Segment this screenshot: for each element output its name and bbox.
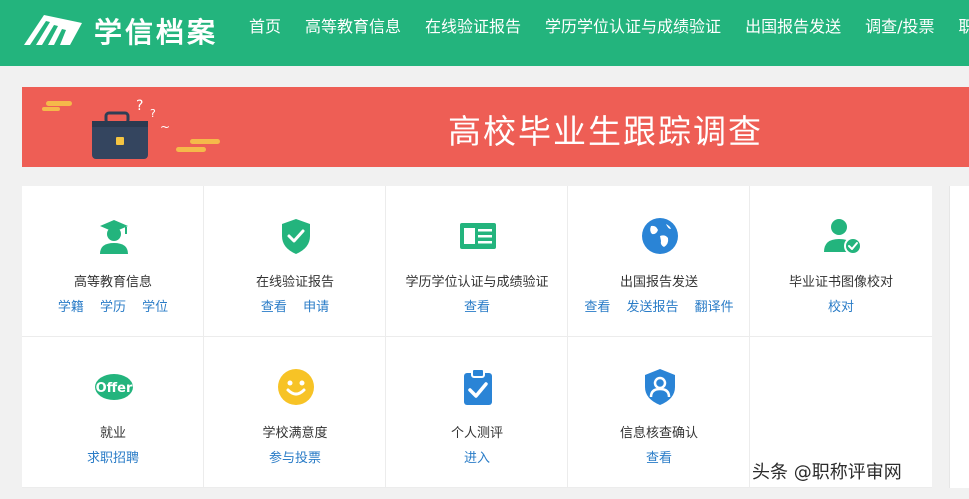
- service-overseas-report: 出国报告发送 查看 发送报告 翻译件: [568, 186, 750, 337]
- user-shield-icon[interactable]: [640, 367, 680, 407]
- service-links: 查看 申请: [204, 296, 386, 315]
- service-info-verification: 信息核查确认 查看: [568, 337, 750, 488]
- nav-degree-certification[interactable]: 学历学位认证与成绩验证: [545, 16, 721, 38]
- service-title: 就业: [99, 426, 126, 441]
- survey-banner[interactable]: ? ? ~ 高校毕业生跟踪调查: [22, 87, 969, 167]
- watermark-text: 头条 @职称评审网: [752, 462, 902, 483]
- link-apply[interactable]: 申请: [303, 300, 329, 315]
- brand-title[interactable]: 学信档案: [94, 11, 218, 51]
- main-nav: 首页 高等教育信息 在线验证报告 学历学位认证与成绩验证 出国报告发送 调查/投…: [249, 16, 969, 38]
- link-send-report[interactable]: 发送报告: [626, 300, 678, 315]
- service-links: 求职招聘: [22, 447, 204, 466]
- service-title: 学历学位认证与成绩验证: [405, 275, 549, 290]
- services-grid: 高等教育信息 学籍 学历 学位 在线验证报告 查看 申请 学历学位认证与成绩验证…: [22, 186, 932, 488]
- nav-overseas-report[interactable]: 出国报告发送: [745, 16, 841, 38]
- side-panel-edge: [949, 186, 969, 488]
- service-school-satisfaction: 学校满意度 参与投票: [204, 337, 386, 488]
- link-enter[interactable]: 进入: [464, 451, 490, 466]
- nav-higher-education-info[interactable]: 高等教育信息: [305, 16, 401, 38]
- logo-icon[interactable]: [22, 9, 82, 49]
- shield-check-icon[interactable]: [276, 216, 316, 256]
- svg-text:?: ?: [150, 107, 156, 120]
- svg-text:Offer: Offer: [96, 381, 133, 396]
- clipboard-check-icon[interactable]: [458, 367, 498, 407]
- link-vote[interactable]: 参与投票: [269, 451, 321, 466]
- nav-home[interactable]: 首页: [249, 16, 281, 38]
- link-view[interactable]: 查看: [464, 300, 490, 315]
- service-links: 查看: [386, 296, 568, 315]
- service-personal-assessment: 个人测评 进入: [386, 337, 568, 488]
- link-view[interactable]: 查看: [584, 300, 610, 315]
- link-view[interactable]: 查看: [261, 300, 287, 315]
- service-diploma-image-check: 毕业证书图像校对 校对: [750, 186, 932, 337]
- service-links: 查看: [568, 447, 750, 466]
- link-student-status[interactable]: 学籍: [58, 300, 84, 315]
- link-academic-record[interactable]: 学历: [100, 300, 126, 315]
- service-links: 查看 发送报告 翻译件: [568, 296, 750, 315]
- service-title: 学校满意度: [262, 426, 328, 441]
- service-title: 毕业证书图像校对: [788, 275, 893, 290]
- top-header: 学信档案 首页 高等教育信息 在线验证报告 学历学位认证与成绩验证 出国报告发送…: [0, 0, 969, 66]
- offer-badge-icon[interactable]: Offer: [94, 367, 134, 407]
- nav-jobs[interactable]: 职: [958, 16, 969, 38]
- service-employment: Offer 就业 求职招聘: [22, 337, 204, 488]
- service-title: 个人测评: [450, 426, 503, 441]
- service-title: 在线验证报告: [255, 275, 334, 290]
- service-title: 高等教育信息: [73, 275, 152, 290]
- briefcase-illustration: ? ? ~: [42, 98, 220, 159]
- banner-title: 高校毕业生跟踪调查: [448, 112, 763, 151]
- service-title: 信息核查确认: [619, 426, 698, 441]
- link-view[interactable]: 查看: [646, 451, 672, 466]
- link-translation[interactable]: 翻译件: [695, 300, 734, 315]
- nav-survey-vote[interactable]: 调查/投票: [865, 16, 934, 38]
- link-proofread[interactable]: 校对: [828, 300, 854, 315]
- graduate-icon[interactable]: [94, 216, 134, 256]
- smiley-icon[interactable]: [276, 367, 316, 407]
- service-links: 学籍 学历 学位: [22, 296, 204, 315]
- nav-online-verification-report[interactable]: 在线验证报告: [425, 16, 521, 38]
- service-title: 出国报告发送: [619, 275, 698, 290]
- service-links: 参与投票: [204, 447, 386, 466]
- svg-text:?: ?: [136, 98, 143, 114]
- service-degree-certification: 学历学位认证与成绩验证 查看: [386, 186, 568, 337]
- service-online-verification-report: 在线验证报告 查看 申请: [204, 186, 386, 337]
- service-links: 校对: [750, 296, 932, 315]
- certificate-card-icon[interactable]: [458, 216, 498, 256]
- link-degree[interactable]: 学位: [142, 300, 168, 315]
- link-job-hunting[interactable]: 求职招聘: [87, 451, 139, 466]
- service-higher-education-info: 高等教育信息 学籍 学历 学位: [22, 186, 204, 337]
- svg-text:~: ~: [160, 120, 170, 134]
- globe-icon[interactable]: [640, 216, 680, 256]
- user-check-icon[interactable]: [822, 216, 862, 256]
- service-links: 进入: [386, 447, 568, 466]
